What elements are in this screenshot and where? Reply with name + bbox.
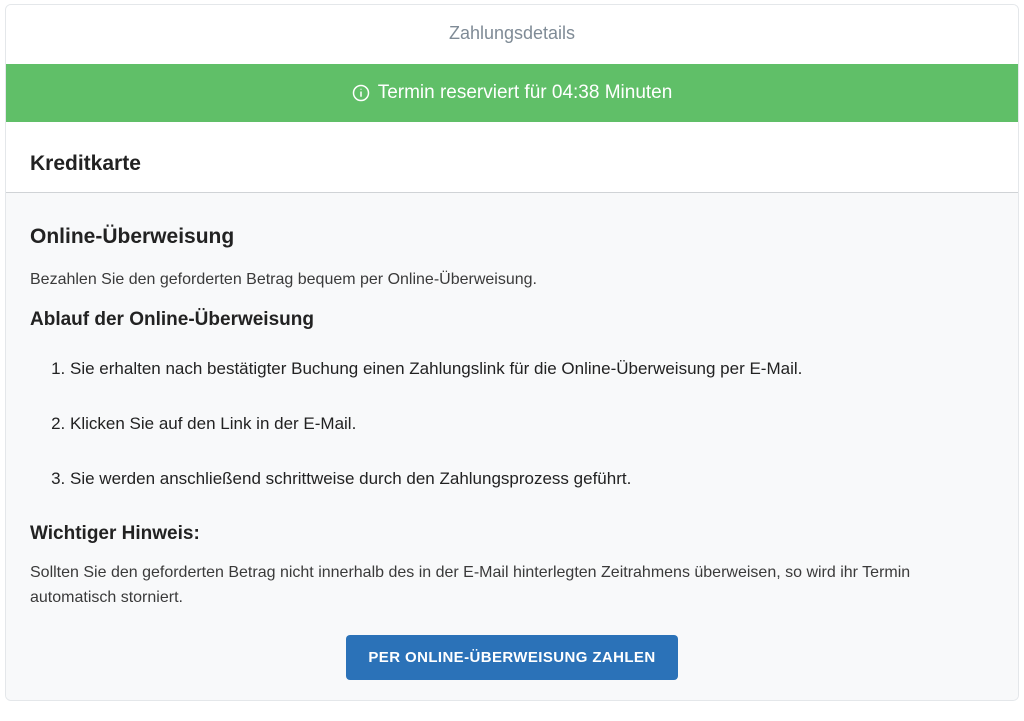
reservation-banner: Termin reserviert für 04:38 Minuten [6,64,1018,122]
online-transfer-panel: Online-Überweisung Bezahlen Sie den gefo… [6,193,1018,700]
list-item: Klicken Sie auf den Link in der E-Mail. [70,412,994,437]
page-title: Zahlungsdetails [449,23,575,43]
list-item: Sie werden anschließend schrittweise dur… [70,467,994,492]
spacer [6,122,1018,152]
page-title-bar: Zahlungsdetails [6,5,1018,64]
info-icon [352,84,370,102]
online-transfer-heading: Online-Überweisung [30,225,994,249]
payment-details-card: Zahlungsdetails Termin reserviert für 04… [5,4,1019,701]
process-steps-list: Sie erhalten nach bestätigter Buchung ei… [30,357,994,491]
important-notice-text: Sollten Sie den geforderten Betrag nicht… [30,561,994,611]
tab-credit-card[interactable]: Kreditkarte [30,152,141,175]
pay-online-transfer-button[interactable]: PER ONLINE-ÜBERWEISUNG ZAHLEN [346,635,677,680]
online-transfer-intro: Bezahlen Sie den geforderten Betrag bequ… [30,269,994,291]
list-item: Sie erhalten nach bestätigter Buchung ei… [70,357,994,382]
important-notice-heading: Wichtiger Hinweis: [30,523,994,545]
payment-method-tabs: Kreditkarte [6,152,1018,193]
reservation-text: Termin reserviert für 04:38 Minuten [378,82,673,104]
process-heading: Ablauf der Online-Überweisung [30,309,994,331]
